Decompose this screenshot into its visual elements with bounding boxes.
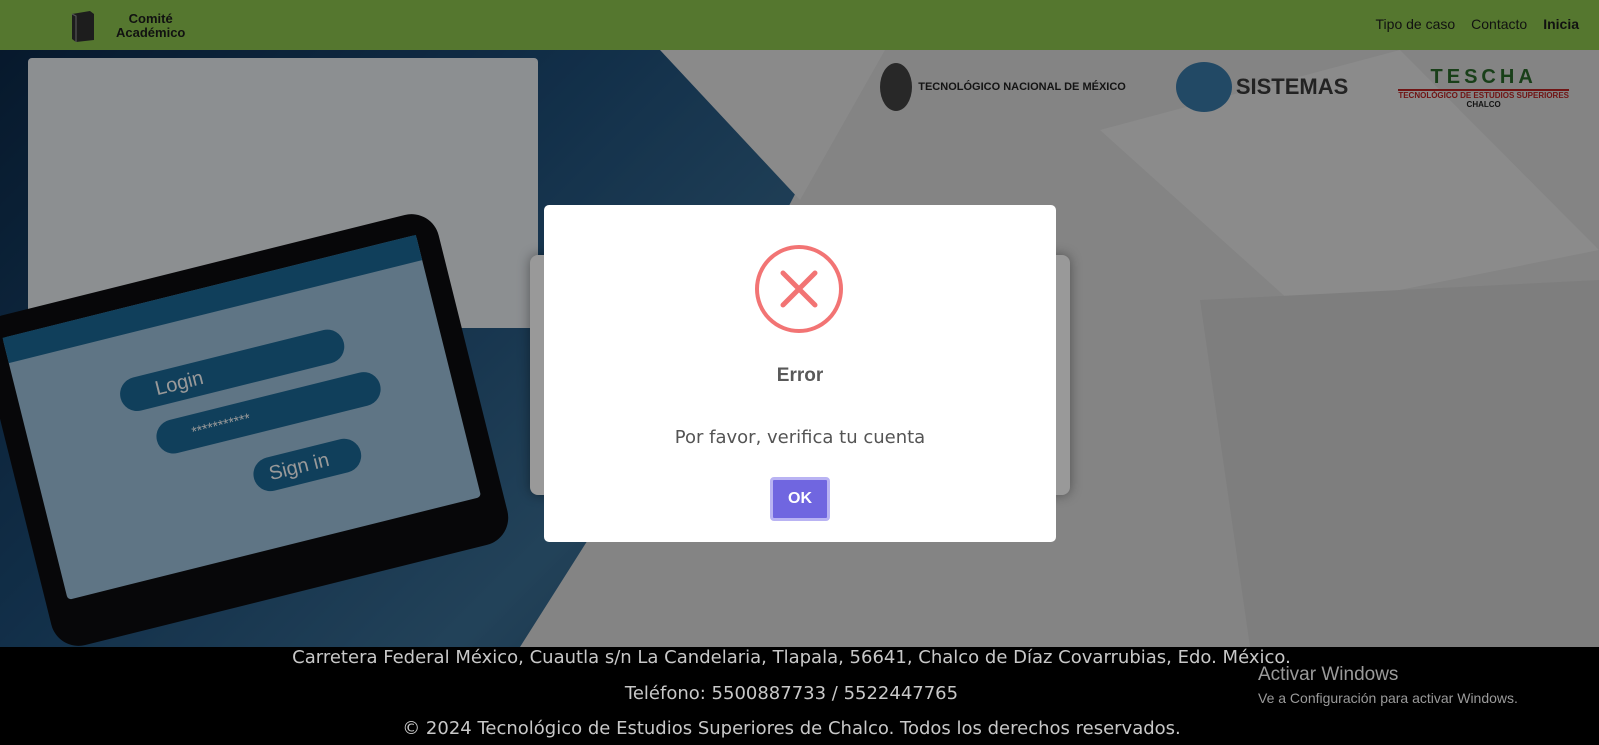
error-dialog: Error Por favor, verifica tu cuenta OK [544,205,1056,542]
error-x-icon [755,245,843,333]
nav-links: Tipo de caso Contacto Inicia [1376,16,1579,32]
book-icon [71,11,94,42]
windows-activation-watermark: Activar Windows Ve a Configuración para … [1258,664,1518,706]
brand-text: Comité Académico [116,12,185,40]
dialog-message: Por favor, verifica tu cuenta [674,427,926,448]
nav-contacto[interactable]: Contacto [1471,16,1527,32]
brand-line2: Académico [116,25,186,40]
error-x-glyph [780,270,818,308]
brand-logo[interactable]: Comité Académico [68,10,185,42]
watermark-title: Activar Windows [1258,664,1399,685]
ok-button[interactable]: OK [770,477,830,521]
top-navbar: Comité Académico Tipo de caso Contacto I… [0,0,1599,50]
footer-copyright: © 2024 Tecnológico de Estudios Superiore… [402,718,1181,739]
brand-line1: Comité [128,11,173,26]
nav-inicia[interactable]: Inicia [1543,16,1579,32]
dialog-title: Error [776,365,824,386]
nav-tipo-de-caso[interactable]: Tipo de caso [1376,16,1456,32]
watermark-subtitle: Ve a Configuración para activar Windows. [1258,690,1518,706]
